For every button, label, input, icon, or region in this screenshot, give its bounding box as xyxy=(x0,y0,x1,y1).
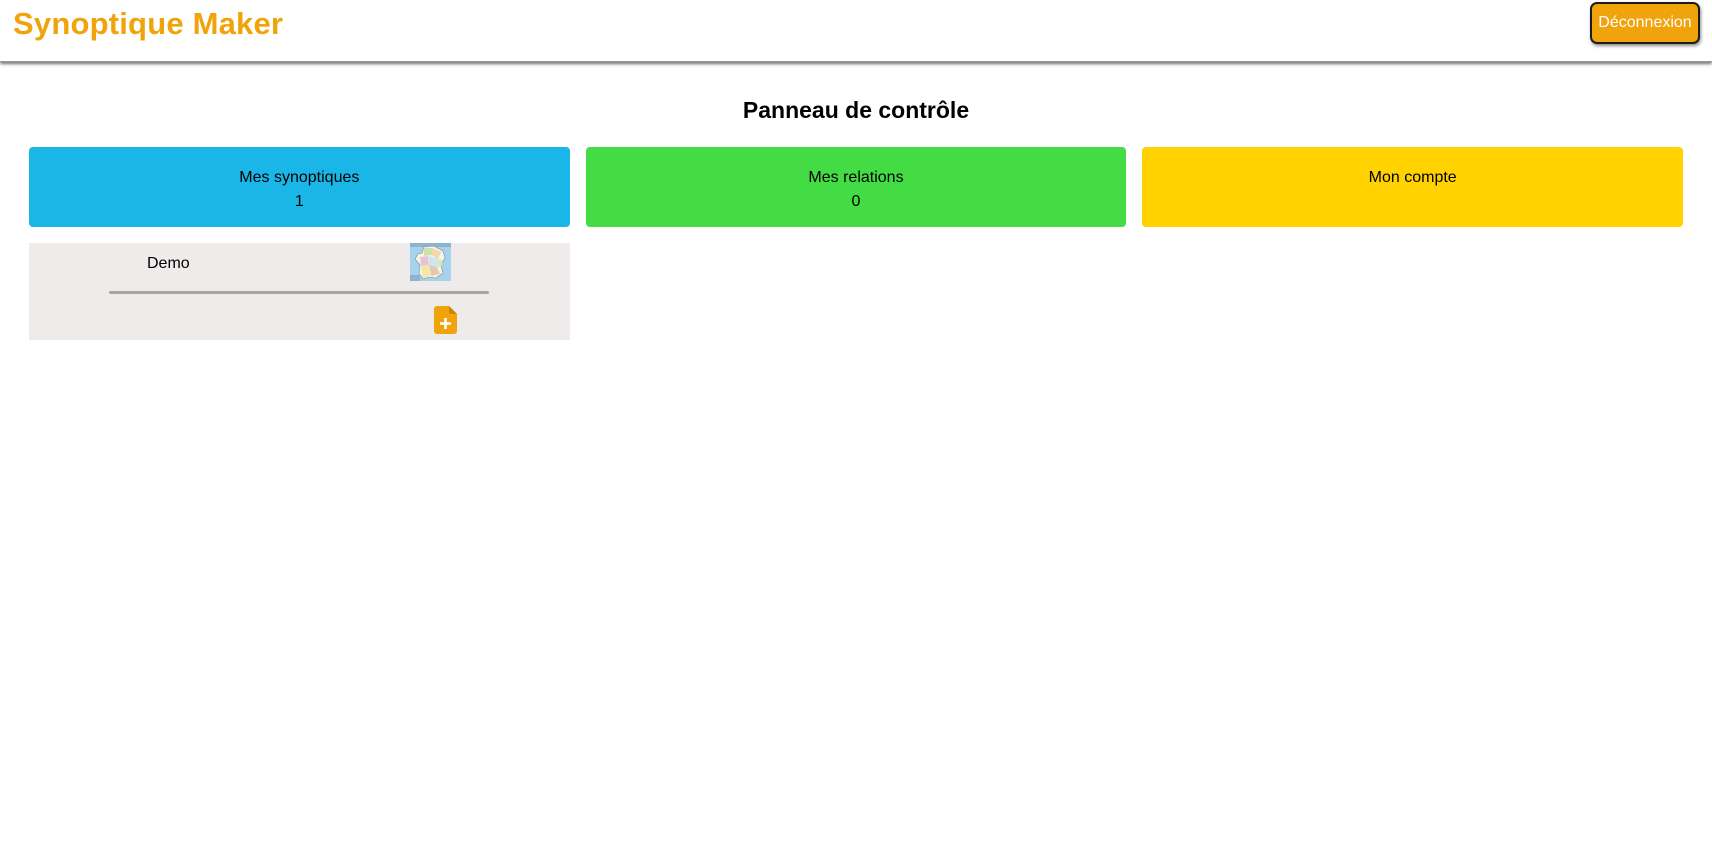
card-count: 1 xyxy=(294,193,304,210)
card-label: Mes synoptiques xyxy=(239,169,360,186)
france-map-thumbnail[interactable] xyxy=(410,243,451,281)
card-label: Mes relations xyxy=(808,169,904,186)
app-title[interactable]: Synoptique Maker xyxy=(13,6,283,42)
card-label: Mon compte xyxy=(1368,169,1457,186)
card-my-relations[interactable]: Mes relations 0 xyxy=(585,147,1127,227)
synoptic-name: Demo xyxy=(147,255,190,272)
file-add-icon[interactable] xyxy=(434,306,457,334)
top-bar: Synoptique Maker Déconnexion xyxy=(0,0,1712,62)
card-my-synoptics[interactable]: Mes synoptiques 1 xyxy=(29,147,570,227)
page-title: Panneau de contrôle xyxy=(742,97,970,123)
synoptic-list-item: Demo xyxy=(29,243,570,340)
card-my-account[interactable]: Mon compte xyxy=(1142,147,1684,227)
synoptic-divider xyxy=(109,291,489,294)
card-count: 0 xyxy=(851,193,861,210)
dashboard-cards: Mes synoptiques 1 Mes relations 0 Mon co… xyxy=(29,147,1684,227)
logout-button[interactable]: Déconnexion xyxy=(1590,2,1700,44)
